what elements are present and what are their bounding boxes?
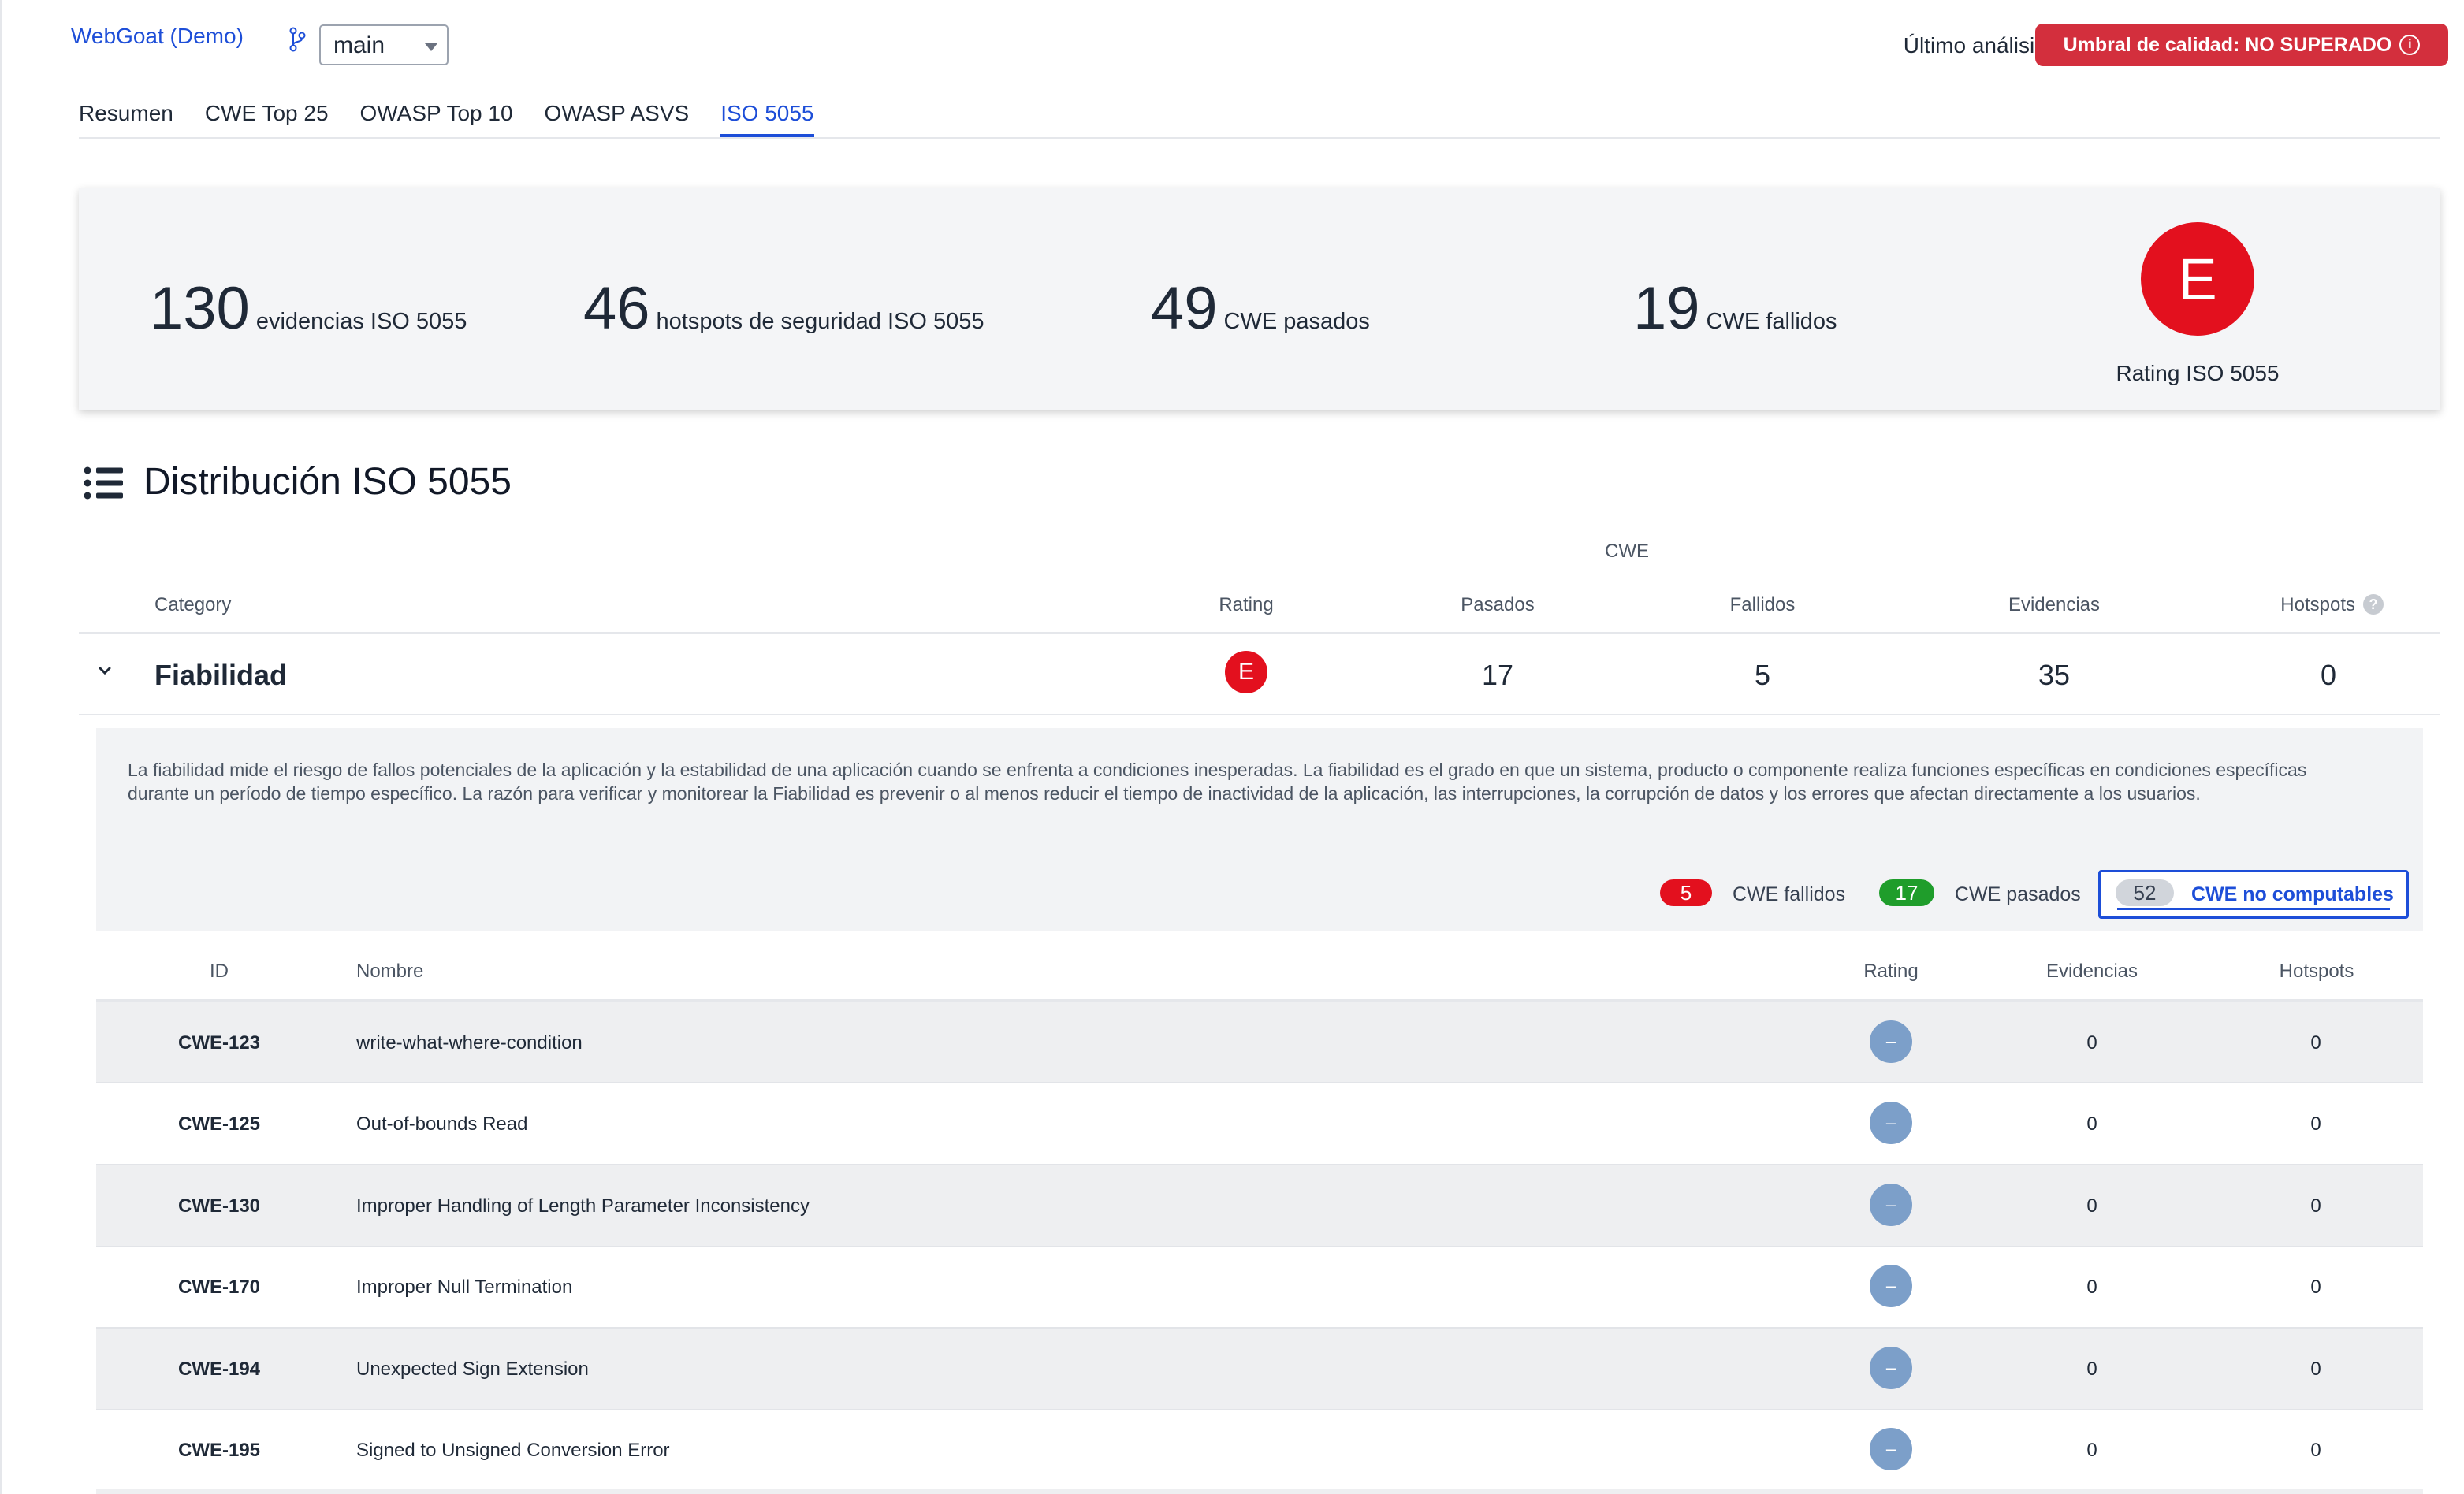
metric-failed: 19 CWE fallidos <box>1633 274 1837 343</box>
quality-gate-label: Umbral de calidad: NO SUPERADO <box>2063 33 2392 56</box>
cwe-column-rating: Rating <box>1863 961 1919 982</box>
metric-evidences: 130 evidencias ISO 5055 <box>150 274 467 343</box>
cwe-evidences: 0 <box>2086 1032 2097 1054</box>
distribution-title: Distribución ISO 5055 <box>143 461 512 503</box>
cwe-id: CWE-170 <box>177 1277 261 1298</box>
cwe-name: write-what-where-condition <box>356 1032 583 1054</box>
cwe-rating-badge: – <box>1870 1184 1912 1226</box>
cwe-evidences: 0 <box>2086 1113 2097 1135</box>
cwe-hotspots: 0 <box>2310 1358 2321 1380</box>
passed-count-pill[interactable]: 17 <box>1879 879 1934 906</box>
cwe-hotspots: 0 <box>2310 1440 2321 1461</box>
cwe-rating-badge: – <box>1870 1347 1912 1389</box>
cwe-column-evidences: Evidencias <box>2045 961 2138 982</box>
category-description: La fiabilidad mide el riesgo de fallos p… <box>128 760 2307 804</box>
metric-hotspots-value: 46 <box>583 275 650 342</box>
metric-evidences-value: 130 <box>150 275 250 342</box>
page-edge <box>0 0 2 1494</box>
category-passed: 17 <box>1481 659 1514 691</box>
cwe-column-name: Nombre <box>356 961 424 982</box>
cwe-hotspots: 0 <box>2310 1032 2321 1054</box>
active-filter-underline <box>2117 908 2390 910</box>
tab-iso-5055[interactable]: ISO 5055 <box>720 101 814 137</box>
cwe-rating-badge: – <box>1870 1102 1912 1144</box>
overall-rating-badge: E <box>2141 222 2254 336</box>
column-rating: Rating <box>1219 594 1274 615</box>
quality-gate-badge[interactable]: Umbral de calidad: NO SUPERADO i <box>2035 24 2448 66</box>
metric-hotspots-label: hotspots de seguridad ISO 5055 <box>656 309 984 334</box>
failed-count-pill[interactable]: 5 <box>1660 879 1712 906</box>
branch-select[interactable]: main <box>319 24 449 65</box>
cwe-group-header: CWE <box>1605 541 1649 562</box>
cwe-name: Improper Null Termination <box>356 1277 573 1298</box>
list-icon <box>84 466 123 500</box>
noncomputable-filter-label[interactable]: CWE no computables <box>2191 883 2394 906</box>
metric-passed-value: 49 <box>1151 275 1218 342</box>
summary-card: 130 evidencias ISO 5055 46 hotspots de s… <box>79 188 2440 410</box>
metric-failed-label: CWE fallidos <box>1706 309 1837 334</box>
category-name[interactable]: Fiabilidad <box>154 659 287 692</box>
tab-owasp-top-10[interactable]: OWASP Top 10 <box>360 101 513 137</box>
cwe-name: Unexpected Sign Extension <box>356 1358 589 1380</box>
branch-icon <box>289 27 306 52</box>
cwe-id: CWE-194 <box>177 1358 261 1380</box>
cwe-rating-badge: – <box>1870 1020 1912 1063</box>
cwe-column-id: ID <box>210 961 229 982</box>
noncomputable-count-pill[interactable]: 52 <box>2116 879 2174 906</box>
category-hotspots: 0 <box>2320 659 2337 691</box>
cwe-evidences: 0 <box>2086 1440 2097 1461</box>
cwe-id: CWE-130 <box>177 1195 261 1217</box>
column-passed: Pasados <box>1461 594 1535 615</box>
column-hotspots: Hotspots <box>2280 594 2355 615</box>
cwe-column-hotspots: Hotspots <box>2279 961 2354 982</box>
metric-passed: 49 CWE pasados <box>1151 274 1370 343</box>
cwe-hotspots: 0 <box>2310 1195 2321 1217</box>
cwe-hotspots: 0 <box>2310 1277 2321 1298</box>
caret-down-icon <box>425 43 437 51</box>
chevron-down-icon[interactable] <box>96 662 114 679</box>
cwe-evidences: 0 <box>2086 1358 2097 1380</box>
overall-rating-label: Rating ISO 5055 <box>2116 361 2280 385</box>
category-row-divider <box>79 714 2440 715</box>
metric-evidences-label: evidencias ISO 5055 <box>255 309 467 334</box>
category-evidences: 35 <box>2038 659 2071 691</box>
passed-filter-label[interactable]: CWE pasados <box>1955 883 2081 906</box>
metric-failed-value: 19 <box>1633 275 1700 342</box>
help-icon[interactable]: ? <box>2363 594 2384 615</box>
cwe-evidences: 0 <box>2086 1277 2097 1298</box>
branch-value: main <box>333 32 385 58</box>
project-link[interactable]: WebGoat (Demo) <box>71 24 244 49</box>
tab-owasp-asvs[interactable]: OWASP ASVS <box>545 101 690 137</box>
cwe-id: CWE-123 <box>177 1032 261 1054</box>
cwe-hotspots: 0 <box>2310 1113 2321 1135</box>
cwe-rating-badge: – <box>1870 1265 1912 1307</box>
next-row-peek <box>96 1489 2423 1494</box>
cwe-name: Out-of-bounds Read <box>356 1113 528 1135</box>
tab-resumen[interactable]: Resumen <box>79 101 173 137</box>
metric-hotspots: 46 hotspots de seguridad ISO 5055 <box>583 274 984 343</box>
cwe-rating-badge: – <box>1870 1428 1912 1470</box>
category-failed: 5 <box>1754 659 1771 691</box>
info-icon[interactable]: i <box>2399 35 2421 55</box>
column-failed: Fallidos <box>1729 594 1796 615</box>
tab-bar: Resumen CWE Top 25 OWASP Top 10 OWASP AS… <box>79 101 814 137</box>
tab-cwe-top-25[interactable]: CWE Top 25 <box>205 101 329 137</box>
tabs-divider <box>79 137 2440 139</box>
cwe-id: CWE-195 <box>177 1440 261 1461</box>
cwe-id: CWE-125 <box>177 1113 261 1135</box>
category-rating-badge: E <box>1225 651 1267 693</box>
cwe-name: Signed to Unsigned Conversion Error <box>356 1440 670 1461</box>
column-category: Category <box>154 594 232 615</box>
metric-passed-label: CWE pasados <box>1223 309 1370 334</box>
failed-filter-label[interactable]: CWE fallidos <box>1733 883 1845 906</box>
cwe-evidences: 0 <box>2086 1195 2097 1217</box>
cwe-name: Improper Handling of Length Parameter In… <box>356 1195 810 1217</box>
header-divider <box>79 632 2440 634</box>
column-evidences: Evidencias <box>2008 594 2101 615</box>
